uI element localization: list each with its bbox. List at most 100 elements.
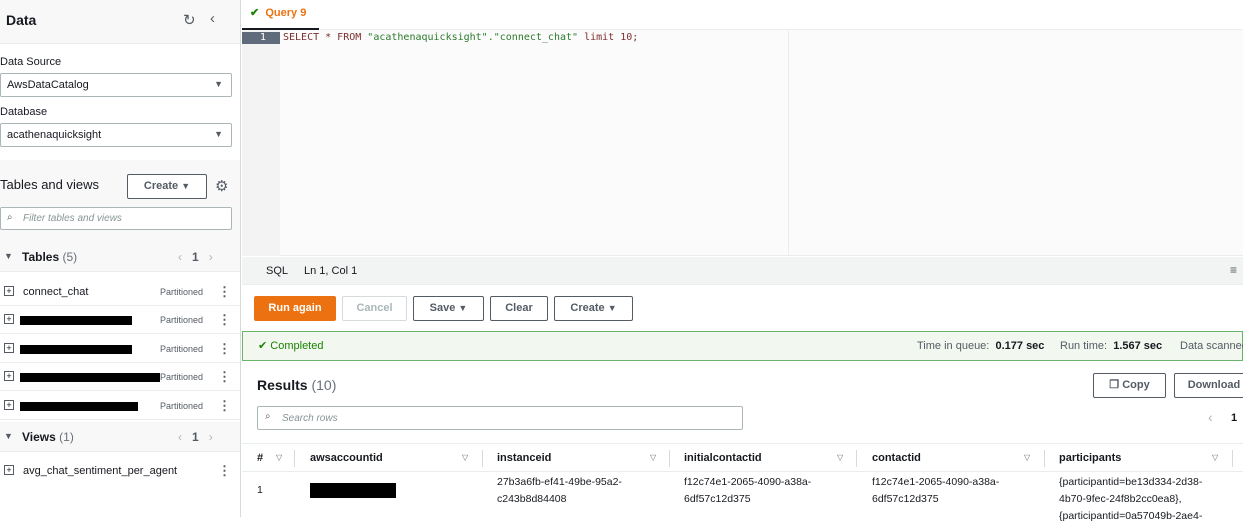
sort-icon[interactable]: ▽ xyxy=(837,453,843,462)
caret-down-icon: ▼ xyxy=(458,303,468,313)
view-item[interactable]: + avg_chat_sentiment_per_agent ⋮ xyxy=(0,457,240,485)
prev-page-icon[interactable]: ‹ xyxy=(178,250,182,264)
page-number: 1 xyxy=(192,250,199,264)
tables-group-header[interactable]: ▼ Tables (5) ‹ 1 › xyxy=(0,242,240,272)
column-header[interactable]: participants xyxy=(1059,452,1121,464)
tab-query-9[interactable]: ✔ Query 9 xyxy=(250,6,306,19)
redacted-table-name xyxy=(20,345,132,354)
download-button[interactable]: Download xyxy=(1174,373,1243,398)
save-button[interactable]: Save ▼ xyxy=(413,296,484,321)
database-label: Database xyxy=(0,106,48,118)
more-options-icon[interactable]: ⋮ xyxy=(218,341,231,357)
tables-views-title: Tables and views xyxy=(0,177,99,192)
copy-label: Copy xyxy=(1122,379,1150,391)
database-select[interactable]: acathenaquicksight ▼ xyxy=(0,123,232,147)
column-header[interactable]: initialcontactid xyxy=(684,452,762,464)
data-source-select[interactable]: AwsDataCatalog ▼ xyxy=(0,73,232,97)
partitioned-badge: Partitioned xyxy=(160,401,204,411)
prev-page-icon[interactable]: ‹ xyxy=(178,430,182,444)
filter-tables-input[interactable]: ⌕ Filter tables and views xyxy=(0,207,232,230)
settings-gear-icon[interactable]: ⚙ xyxy=(215,177,228,195)
more-options-icon[interactable]: ⋮ xyxy=(218,369,231,385)
prev-page-icon[interactable]: ‹ xyxy=(1208,409,1213,425)
results-table-header: # ▽ awsaccountid ▽ instanceid ▽ initialcont… xyxy=(242,443,1243,472)
tables-views-section: Tables and views Create ▼ ⚙ xyxy=(0,160,240,245)
table-row: 1 27b3a6fb-ef41-49be-95a2-c243b8d84408 f… xyxy=(242,472,1243,522)
views-heading: Views (1) xyxy=(22,430,74,444)
filter-placeholder: Filter tables and views xyxy=(23,213,122,224)
partitioned-badge: Partitioned xyxy=(160,287,204,297)
column-header[interactable]: # xyxy=(257,452,263,464)
editor-divider xyxy=(788,30,789,256)
refresh-icon[interactable]: ↻ xyxy=(183,11,196,29)
column-header[interactable]: instanceid xyxy=(497,452,551,464)
sort-icon[interactable]: ▽ xyxy=(276,453,282,462)
search-icon: ⌕ xyxy=(265,411,271,422)
create-button[interactable]: Create ▼ xyxy=(127,174,207,199)
partitioned-badge: Partitioned xyxy=(160,315,204,325)
copy-button[interactable]: ❐ Copy xyxy=(1093,373,1166,398)
tables-count: (5) xyxy=(62,250,78,264)
data-source-label: Data Source xyxy=(0,56,62,68)
language-label: SQL xyxy=(266,265,289,277)
caret-down-icon: ▼ xyxy=(607,303,617,313)
data-scanned: Data scanned xyxy=(1180,340,1243,352)
expand-plus-icon[interactable]: + xyxy=(4,343,14,353)
next-page-icon[interactable]: › xyxy=(209,250,213,264)
caret-down-icon: ▼ xyxy=(214,129,223,139)
view-name: avg_chat_sentiment_per_agent xyxy=(23,465,178,477)
table-item[interactable]: + Partitioned ⋮ xyxy=(0,306,240,334)
create-query-button[interactable]: Create ▼ xyxy=(554,296,633,321)
create-label: Create xyxy=(143,180,179,192)
more-options-icon[interactable]: ⋮ xyxy=(218,463,231,479)
expand-plus-icon[interactable]: + xyxy=(4,400,14,410)
run-time: Run time: 1.567 sec xyxy=(1060,340,1163,352)
cell-instanceid: 27b3a6fb-ef41-49be-95a2-c243b8d84408 xyxy=(497,476,622,505)
cancel-button[interactable]: Cancel xyxy=(342,296,407,321)
views-count: (1) xyxy=(59,430,74,444)
more-options-icon[interactable]: ⋮ xyxy=(218,398,231,414)
more-options-icon[interactable]: ⋮ xyxy=(218,284,231,300)
column-header[interactable]: awsaccountid xyxy=(310,452,383,464)
redacted-table-name xyxy=(20,402,138,411)
sort-icon[interactable]: ▽ xyxy=(1212,453,1218,462)
expand-plus-icon[interactable]: + xyxy=(4,465,14,475)
sql-code-line[interactable]: SELECT * FROM "acathenaquicksight"."conn… xyxy=(283,32,638,43)
cell-participants: {participantid=be13d334-2d38-4b70-9fec-2… xyxy=(1059,476,1203,522)
cursor-position: Ln 1, Col 1 xyxy=(304,265,358,277)
table-item[interactable]: + Partitioned ⋮ xyxy=(0,363,240,391)
table-item[interactable]: + connect_chat Partitioned ⋮ xyxy=(0,278,240,306)
sort-icon[interactable]: ▽ xyxy=(1024,453,1030,462)
sidebar-header: Data ↻ ‹ xyxy=(0,0,240,44)
caret-down-icon: ▼ xyxy=(214,79,223,89)
expand-plus-icon[interactable]: + xyxy=(4,314,14,324)
views-group-header[interactable]: ▼ Views (1) ‹ 1 › xyxy=(0,422,240,452)
cell-contactid: f12c74e1-2065-4090-a38a-6df57c12d375 xyxy=(872,476,1000,505)
search-rows-input[interactable]: ⌕ Search rows xyxy=(257,406,743,430)
sort-icon[interactable]: ▽ xyxy=(650,453,656,462)
data-sidebar: Data ↻ ‹ Data Source AwsDataCatalog ▼ Dat… xyxy=(0,0,241,517)
redacted-table-name xyxy=(20,316,132,325)
data-source-value: AwsDataCatalog xyxy=(7,79,89,91)
table-item[interactable]: + Partitioned ⋮ xyxy=(0,335,240,363)
query-main: ✔ Query 9 1 SELECT * FROM "acathenaquick… xyxy=(242,0,1243,522)
success-check-icon: ✔ xyxy=(258,340,268,352)
partitioned-badge: Partitioned xyxy=(160,344,204,354)
table-item[interactable]: + Partitioned ⋮ xyxy=(0,392,240,420)
sort-icon[interactable]: ▽ xyxy=(462,453,468,462)
collapse-chevron-icon[interactable]: ‹ xyxy=(210,10,215,27)
next-page-icon[interactable]: › xyxy=(209,430,213,444)
partitioned-badge: Partitioned xyxy=(160,372,204,382)
run-again-button[interactable]: Run again xyxy=(254,296,336,321)
save-label: Save xyxy=(429,302,456,314)
column-header[interactable]: contactid xyxy=(872,452,921,464)
expand-plus-icon[interactable]: + xyxy=(4,371,14,381)
clear-button[interactable]: Clear xyxy=(490,296,548,321)
query-status-banner: ✔ Completed Time in queue: 0.177 sec Run… xyxy=(242,331,1243,361)
expand-plus-icon[interactable]: + xyxy=(4,286,14,296)
format-icon[interactable]: ≡ xyxy=(1230,263,1237,277)
tables-pager: ‹ 1 › xyxy=(178,250,213,264)
views-pager: ‹ 1 › xyxy=(178,430,213,444)
sql-editor[interactable]: 1 SELECT * FROM "acathenaquicksight"."co… xyxy=(242,30,1243,256)
more-options-icon[interactable]: ⋮ xyxy=(218,312,231,328)
